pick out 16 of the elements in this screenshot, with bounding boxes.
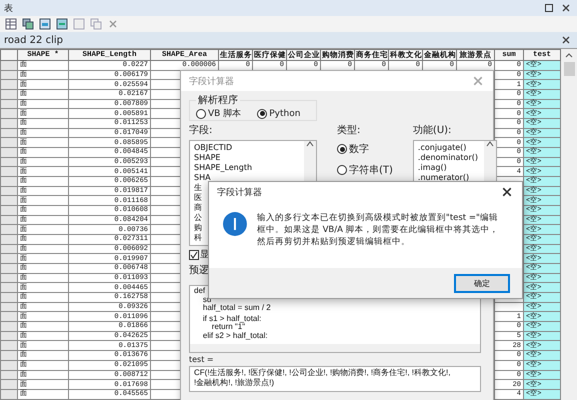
dialog-title: 字段计算器: [189, 76, 234, 88]
message-text: 输入的多行文本已在切换到高级模式时被放置到"test ="编辑框中。如果这是 VB/A 脚本，则需要在此编辑框中将其选中，然后再剪切并粘贴到预逻辑编辑框中。: [256, 212, 500, 248]
group-label: 解析程序: [197, 94, 239, 107]
fields-label: 字段:: [189, 124, 214, 137]
codeblock-label: 预逻: [189, 264, 209, 277]
code-line: half_total = sum / 2: [202, 304, 271, 312]
type-label: 类型:: [337, 124, 362, 137]
expression-label: test =: [189, 355, 214, 364]
dialog-title: 字段计算器: [217, 186, 262, 198]
window-title: 表: [4, 2, 13, 14]
table-title: road 22 clip: [4, 34, 63, 46]
code-line: def: [194, 287, 206, 296]
code-line: return "1": [210, 323, 246, 332]
code-line: elif s2 > half_total:: [202, 332, 268, 340]
code-line: if s1 > half_total:: [202, 314, 262, 323]
functions-label: 功能(U):: [412, 124, 452, 137]
